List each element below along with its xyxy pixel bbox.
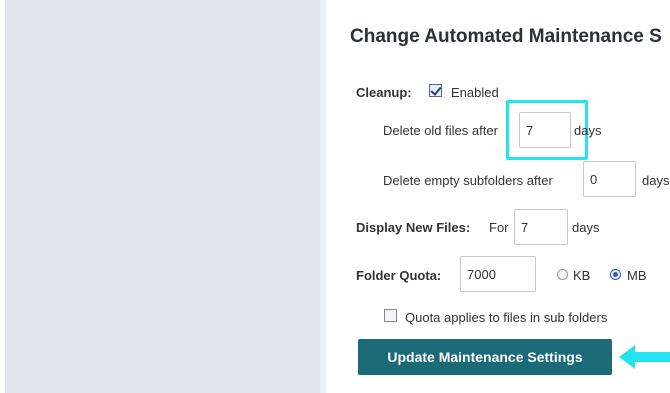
sidebar-panel <box>5 0 326 393</box>
pointer-arrow-icon <box>619 345 670 369</box>
folder-quota-label: Folder Quota: <box>356 268 442 283</box>
update-maintenance-settings-button[interactable]: Update Maintenance Settings <box>358 339 612 375</box>
display-new-files-prefix: For <box>489 220 509 235</box>
quota-subfolders-label: Quota applies to files in sub folders <box>405 310 608 325</box>
quota-unit-mb-label: MB <box>627 268 647 283</box>
delete-empty-subfolders-input[interactable] <box>583 161 636 197</box>
quota-unit-kb-label: KB <box>573 268 591 283</box>
display-new-files-label: Display New Files: <box>356 220 471 235</box>
maintenance-settings-panel: Change Automated Maintenance S Cleanup: … <box>326 0 670 393</box>
page-title: Change Automated Maintenance S <box>350 26 662 47</box>
quota-subfolders-checkbox[interactable] <box>384 309 397 322</box>
delete-old-files-label: Delete old files after <box>383 123 498 138</box>
display-new-files-input[interactable] <box>514 209 568 245</box>
cleanup-enabled-checkbox[interactable] <box>429 84 442 97</box>
quota-unit-kb-radio[interactable] <box>557 269 568 280</box>
delete-empty-subfolders-unit: days <box>642 173 670 188</box>
folder-quota-input[interactable] <box>460 256 536 292</box>
cleanup-label: Cleanup: <box>356 85 412 100</box>
display-new-files-unit: days <box>572 220 600 235</box>
quota-unit-mb-radio[interactable] <box>610 269 621 280</box>
delete-old-files-unit: days <box>574 123 602 138</box>
delete-empty-subfolders-label: Delete empty subfolders after <box>383 173 553 188</box>
delete-old-files-input[interactable] <box>519 112 571 148</box>
cleanup-enabled-label: Enabled <box>451 85 499 100</box>
